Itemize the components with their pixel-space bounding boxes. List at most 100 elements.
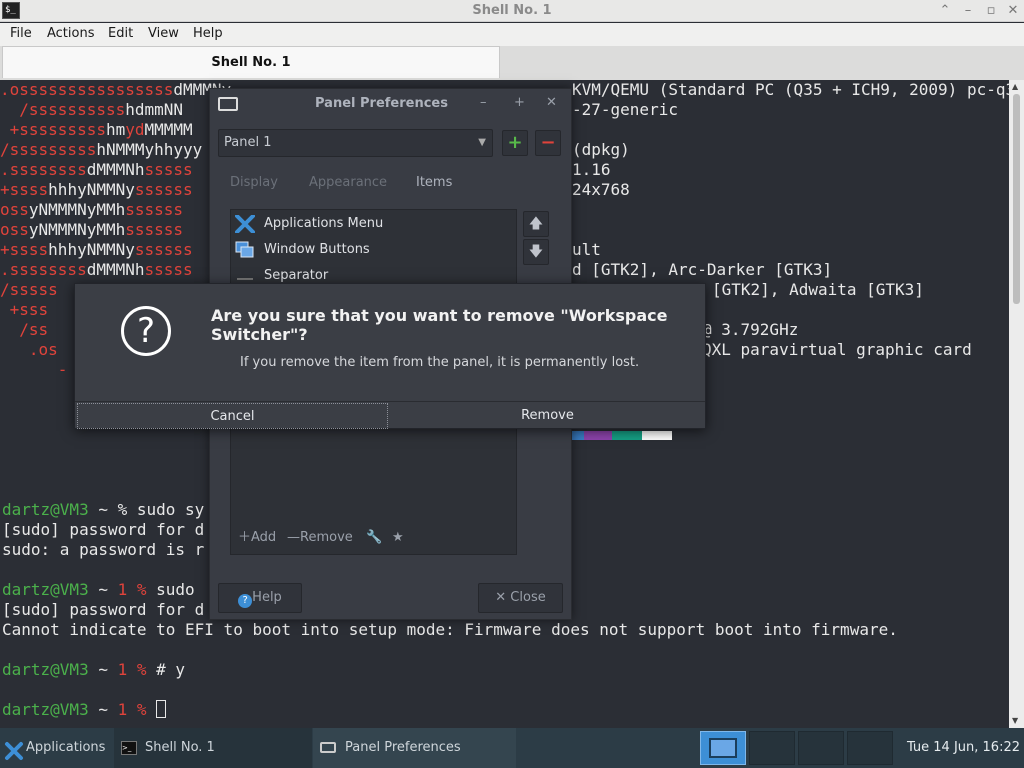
add-item-label: Add [251,530,277,545]
ascii-art: MMMMM [144,120,193,139]
remove-item-confirm-dialog: ? Are you sure that you want to remove "… [74,283,706,429]
list-item[interactable]: Applications Menu [235,212,505,236]
ascii-art: - [0,360,68,379]
tab-bar: Shell No. 1 [0,46,1024,80]
menu-view[interactable]: View [148,26,179,41]
tab-display[interactable]: Display [230,175,278,190]
ascii-art: dMMMNh [86,160,145,179]
clock[interactable]: Tue 14 Jun, 16:22 [907,728,1020,768]
confirm-message: If you remove the item from the panel, i… [240,355,640,370]
prompt-user: dartz@VM3 [2,660,89,679]
scroll-up-arrow-icon[interactable]: ▲ [1012,82,1018,91]
move-up-button[interactable]: 🡅 [523,211,549,237]
sysinfo-line: -27-generic [572,100,678,119]
sysinfo-line: 24x768 [572,180,630,199]
minimize-button[interactable]: – [959,2,977,20]
xfce-logo-icon [4,738,24,760]
ascii-art: .os [0,340,58,359]
command-text [147,700,157,719]
text-cursor [156,700,167,718]
prompt-path: ~ [88,700,118,719]
menu-edit[interactable]: Edit [108,26,133,41]
menu-help[interactable]: Help [193,26,223,41]
ascii-art: yNMMMNyMMh [28,220,126,239]
close-label: Close [510,590,546,605]
help-button[interactable]: ? Help [218,583,302,613]
remove-item-button[interactable]: — Remove [287,524,353,552]
sysinfo-line: (dpkg) [572,140,630,159]
ascii-art: /ssssssssss [0,100,126,119]
list-item-label: Applications Menu [264,216,384,231]
close-window-button[interactable]: ✕ [1004,2,1022,20]
workspace-2[interactable] [749,731,795,765]
prefs-minimize-button[interactable]: – [480,95,487,110]
color-swatch [584,431,612,440]
applications-menu-button[interactable]: Applications [0,728,113,768]
star-icon[interactable]: ★ [392,524,404,552]
move-down-button[interactable]: 🡇 [523,239,549,265]
workspace-4[interactable] [847,731,893,765]
terminal-icon: >_ [121,741,137,755]
sysinfo-line: @ 3.792GHz [702,320,799,339]
ascii-art: sssss [144,160,193,179]
help-icon: ? [238,594,253,608]
list-item-label: Window Buttons [264,242,370,257]
list-item[interactable]: Window Buttons [235,238,505,262]
output-text: [sudo] password for d [2,520,205,539]
ascii-art: /sssssssss [0,140,97,159]
tab-items[interactable]: Items [416,175,452,190]
task-label: Shell No. 1 [145,740,215,755]
terminal-scrollbar[interactable]: ▲ ▼ [1009,80,1024,728]
menubar: File Actions Edit View Help [0,23,1024,46]
output-text: [sudo] password for d [2,600,205,619]
maximize-button[interactable]: ▫ [982,2,1000,20]
chevron-down-icon: ▼ [478,137,486,148]
question-icon: ? [121,306,171,356]
menu-file[interactable]: File [10,26,32,41]
tab-shell-1[interactable]: Shell No. 1 [2,46,500,78]
close-button[interactable]: ✕ Close [478,583,563,613]
ascii-art: sssss [144,260,193,279]
panel-select[interactable]: Panel 1 ▼ [218,129,493,157]
prompt-exit-code: 1 % [117,700,147,719]
prefs-close-button[interactable]: ✕ [546,95,557,110]
panel-icon [320,742,336,753]
workspace-3[interactable] [798,731,844,765]
output-text: Cannot indicate to EFI to boot into setu… [2,620,898,639]
cancel-button[interactable]: Cancel [77,403,388,429]
xfce-logo-icon [235,214,255,234]
ascii-art: hNMMMyhhyyy [96,140,203,159]
help-label: Help [252,590,282,605]
menu-actions[interactable]: Actions [47,26,95,41]
tab-appearance[interactable]: Appearance [309,175,387,190]
ascii-art: dMMMNh [86,260,145,279]
prefs-title: Panel Preferences [315,96,448,111]
prefs-maximize-button[interactable]: + [514,95,525,110]
remove-button[interactable]: Remove [390,403,705,429]
remove-panel-button[interactable]: − [535,130,561,156]
window-titlebar: $_ Shell No. 1 ⌃ – ▫ ✕ [0,0,1024,22]
shade-button[interactable]: ⌃ [936,2,954,20]
command-text: # y [146,660,186,679]
add-item-button[interactable]: ＋ Add [238,524,276,552]
ascii-art: +sssssssss [0,120,106,139]
wrench-icon[interactable]: 🔧 [366,524,382,552]
scroll-down-arrow-icon[interactable]: ▼ [1012,716,1018,725]
task-shell-1[interactable]: >_ Shell No. 1 [114,728,312,768]
task-panel-preferences[interactable]: Panel Preferences [313,728,516,768]
add-panel-button[interactable]: + [502,130,528,156]
ascii-art: ssssss [134,180,193,199]
taskbar: Applications >_ Shell No. 1 Panel Prefer… [0,728,1024,768]
color-swatch [572,431,584,440]
command-text: sudo [146,580,205,599]
ascii-art: oss [0,220,29,239]
scrollbar-thumb[interactable] [1013,94,1020,304]
task-label: Panel Preferences [345,740,461,755]
ascii-art: .ossssssssssssssss [0,80,174,99]
ascii-art: hhhyNMMNy [48,240,135,259]
sysinfo-line: QXL paravirtual graphic card [702,340,972,359]
ascii-art: ssssss [125,200,184,219]
workspace-1[interactable] [700,731,746,765]
prompt-user: dartz@VM3 [2,580,89,599]
ascii-art: hm [105,120,126,139]
